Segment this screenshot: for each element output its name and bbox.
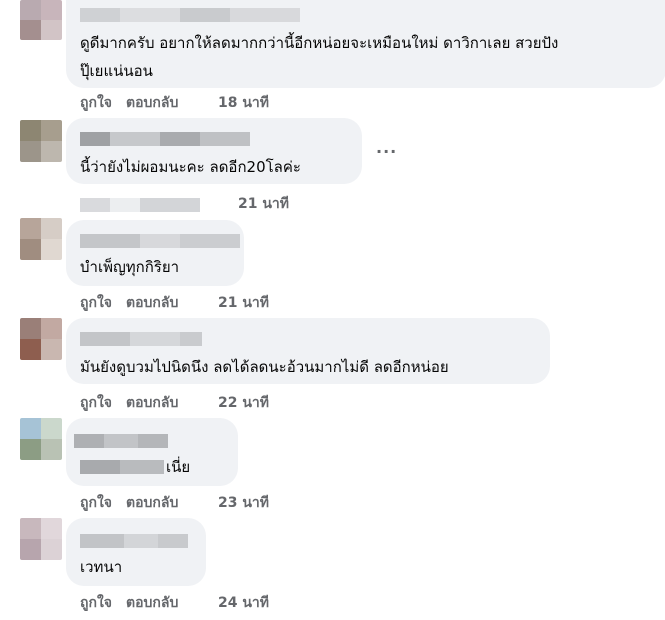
avatar[interactable] (20, 418, 62, 460)
avatar[interactable] (20, 0, 62, 40)
comment-text: นี้ว่ายังไม่ผอมนะคะ ลดอีก20โลค่ะ (80, 158, 301, 176)
comment-bubble: นี้ว่ายังไม่ผอมนะคะ ลดอีก20โลค่ะ (66, 118, 362, 184)
comment-actions-blurred (80, 198, 200, 212)
timestamp[interactable]: 23 นาที (218, 492, 269, 514)
reply-link[interactable]: ตอบกลับ (126, 92, 218, 114)
comment-actions: ถูกใจ ตอบกลับ 18 นาที (80, 92, 269, 114)
like-link[interactable]: ถูกใจ (80, 292, 126, 314)
timestamp[interactable]: 21 นาที (238, 193, 289, 215)
reply-link[interactable]: ตอบกลับ (126, 292, 218, 314)
comment-bubble: เนี่ย (66, 418, 238, 486)
timestamp[interactable]: 18 นาที (218, 92, 269, 114)
timestamp[interactable]: 24 นาที (218, 592, 269, 614)
like-link[interactable]: ถูกใจ (80, 592, 126, 614)
author-name-blurred[interactable] (80, 332, 202, 346)
like-link[interactable]: ถูกใจ (80, 92, 126, 114)
comment-text-blurred (80, 460, 164, 474)
like-link[interactable]: ถูกใจ (80, 492, 126, 514)
comment-text: เนี่ย (166, 458, 191, 476)
comment-bubble: บำเพ็ญทุกกิริยา (66, 220, 244, 286)
comment-text: ปุ๊เยแน่นอน (80, 62, 153, 80)
author-name-blurred[interactable] (80, 534, 188, 548)
comment-actions: ถูกใจ ตอบกลับ 22 นาที (80, 392, 269, 414)
avatar[interactable] (20, 120, 62, 162)
comment-text: ดูดีมากครับ อยากให้ลดมากกว่านี้อีกหน่อยจ… (80, 34, 559, 52)
like-link[interactable]: ถูกใจ (80, 392, 126, 414)
author-name-blurred[interactable] (80, 234, 240, 248)
reply-link[interactable]: ตอบกลับ (126, 592, 218, 614)
comment-actions: ถูกใจ ตอบกลับ 24 นาที (80, 592, 269, 614)
comment-actions: ถูกใจ ตอบกลับ 21 นาที (80, 292, 269, 314)
timestamp[interactable]: 22 นาที (218, 392, 269, 414)
comment-bubble: ดูดีมากครับ อยากให้ลดมากกว่านี้อีกหน่อยจ… (66, 0, 665, 88)
author-name-blurred[interactable] (74, 434, 168, 448)
comment-text: บำเพ็ญทุกกิริยา (80, 258, 180, 276)
timestamp[interactable]: 21 นาที (218, 292, 269, 314)
avatar[interactable] (20, 218, 62, 260)
more-options-icon[interactable]: ··· (376, 142, 397, 161)
author-name-blurred[interactable] (80, 132, 250, 146)
comment-text: เวทนา (80, 558, 123, 576)
avatar[interactable] (20, 518, 62, 560)
comment-actions: ถูกใจ ตอบกลับ 23 นาที (80, 492, 269, 514)
comment-text: มันยังดูบวมไปนิดนึง ลดได้ลดนะอ้วนมากไม่ด… (80, 358, 449, 376)
reply-link[interactable]: ตอบกลับ (126, 492, 218, 514)
avatar[interactable] (20, 318, 62, 360)
reply-link[interactable]: ตอบกลับ (126, 392, 218, 414)
comment-bubble: เวทนา (66, 518, 206, 586)
author-name-blurred[interactable] (80, 8, 300, 22)
comment-bubble: มันยังดูบวมไปนิดนึง ลดได้ลดนะอ้วนมากไม่ด… (66, 318, 550, 384)
